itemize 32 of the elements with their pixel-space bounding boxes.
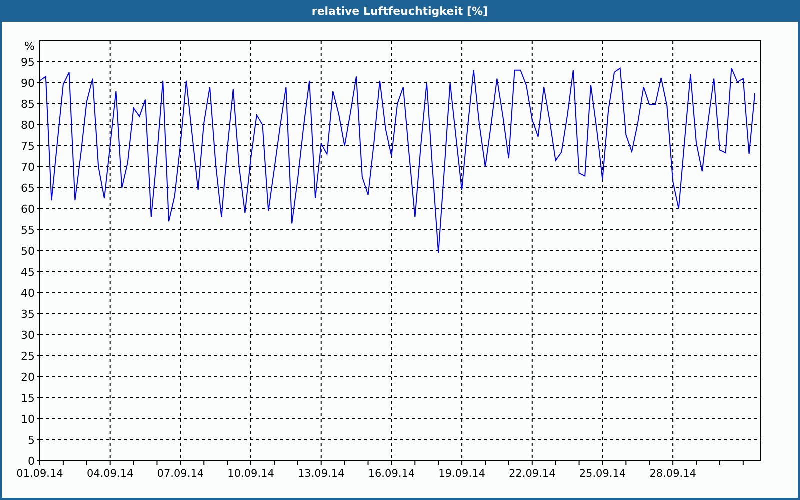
y-tick-label: 0	[28, 455, 35, 468]
x-tick-label: 16.09.14	[368, 468, 416, 480]
y-tick-label: 45	[21, 266, 35, 279]
y-tick-label: 35	[21, 308, 35, 321]
x-tick-label: 07.09.14	[157, 468, 204, 480]
y-axis-label: %	[24, 40, 35, 53]
y-tick-label: 20	[21, 371, 35, 384]
y-tick-label: 30	[21, 329, 35, 342]
x-tick-label: 19.09.14	[438, 468, 486, 480]
y-tick-label: 50	[21, 245, 35, 258]
y-tick-label: 40	[21, 287, 35, 300]
y-tick-label: 70	[21, 161, 35, 174]
y-tick-label: 15	[21, 392, 35, 405]
y-tick-label: 5	[28, 434, 35, 447]
y-tick-label: 95	[21, 56, 35, 69]
window-title: relative Luftfeuchtigkeit [%]	[2, 0, 798, 22]
y-tick-label: 80	[21, 119, 35, 132]
y-tick-label: 85	[21, 98, 35, 111]
y-tick-label: 10	[21, 413, 35, 426]
y-tick-label: 55	[21, 224, 35, 237]
x-tick-label: 28.09.14	[650, 468, 696, 480]
y-tick-label: 75	[21, 140, 35, 153]
x-tick-label: 13.09.14	[298, 468, 345, 480]
x-tick-label: 04.09.14	[86, 468, 134, 480]
x-tick-label: 10.09.14	[228, 468, 274, 480]
x-tick-label: 01.09.14	[16, 468, 64, 480]
y-tick-label: 65	[21, 182, 35, 195]
y-tick-label: 90	[21, 77, 35, 90]
x-tick-label: 22.09.14	[509, 468, 556, 480]
x-tick-label: 25.09.14	[579, 468, 626, 480]
y-tick-label: 60	[21, 203, 35, 216]
y-tick-label: 25	[21, 350, 35, 363]
